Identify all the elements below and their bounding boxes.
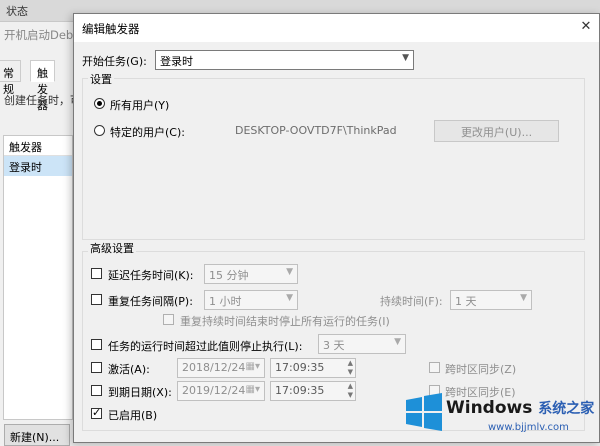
chevron-down-icon: ▼ (286, 293, 293, 303)
sync-timezone-activate-label: 跨时区同步(Z) (445, 363, 517, 376)
stop-if-longer-checkbox[interactable] (91, 339, 102, 350)
enabled-label[interactable]: 已启用(B) (108, 407, 157, 423)
duration-label: 持续时间(F): (380, 295, 443, 308)
trigger-list-header[interactable]: 触发器 (4, 136, 72, 156)
delay-task-value: 15 分钟 (209, 269, 249, 282)
spin-arrows-icon: ▲ ▼ (347, 382, 353, 399)
activate-date-value: 2018/12/24 (182, 361, 246, 374)
watermark-brand-cn: 系统之家 (538, 401, 595, 417)
expire-time-value: 17:09:35 (275, 384, 325, 397)
delay-task-checkbox[interactable] (91, 268, 102, 279)
settings-legend: 设置 (88, 71, 114, 87)
stop-if-longer-dropdown[interactable]: 3 天 ▼ (318, 334, 406, 354)
repeat-task-label[interactable]: 重复任务间隔(P): (108, 293, 193, 309)
chevron-down-icon: ▼ (286, 267, 293, 277)
stop-all-tasks-label: 重复持续时间结束时停止所有运行的任务(I) (180, 315, 390, 328)
chevron-down-icon: ▼ (402, 53, 409, 63)
duration-value: 1 天 (455, 295, 477, 308)
stop-if-longer-label[interactable]: 任务的运行时间超过此值则停止执行(L): (108, 338, 302, 354)
calendar-icon: ▦▾ (245, 361, 260, 372)
stop-if-longer-value: 3 天 (323, 339, 345, 352)
enabled-checkbox[interactable] (91, 406, 102, 419)
watermark-brand: Windows 系统之家 (446, 398, 594, 418)
expire-date-value: 2019/12/24 (182, 384, 246, 397)
activate-time-value: 17:09:35 (275, 361, 325, 374)
start-task-dropdown[interactable]: 登录时 ▼ (155, 50, 414, 70)
chevron-down-icon: ▼ (520, 293, 527, 303)
parent-description: 创建任务时，可 (4, 94, 81, 107)
parent-title: 开机启动Debe (4, 28, 81, 42)
tab-triggers[interactable]: 触发器 (30, 60, 55, 112)
chevron-down-icon: ▼ (394, 337, 401, 347)
change-user-button[interactable]: 更改用户(U)... (434, 120, 559, 142)
expire-date-picker[interactable]: 2019/12/24 ▦▾ (177, 381, 265, 401)
duration-dropdown[interactable]: 1 天 ▼ (450, 290, 532, 310)
calendar-icon: ▦▾ (245, 384, 260, 395)
activate-checkbox[interactable] (91, 362, 102, 373)
close-icon[interactable]: ✕ (577, 18, 595, 36)
trigger-list[interactable]: 触发器 登录时 (3, 135, 73, 420)
specific-user-radio[interactable] (94, 125, 105, 136)
activate-date-picker[interactable]: 2018/12/24 ▦▾ (177, 358, 265, 378)
spin-arrows-icon: ▲ ▼ (347, 359, 353, 376)
activate-label[interactable]: 激活(A): (108, 361, 150, 377)
all-users-label[interactable]: 所有用户(Y) (110, 97, 169, 113)
dialog-titlebar: 编辑触发器 ✕ (74, 14, 599, 42)
delay-task-label[interactable]: 延迟任务时间(K): (108, 267, 194, 283)
windows-logo-icon (406, 393, 442, 431)
parent-status-label: 状态 (6, 5, 28, 18)
trigger-list-row[interactable]: 登录时 (4, 156, 72, 176)
edit-trigger-dialog: 编辑触发器 ✕ 开始任务(G): 登录时 ▼ 设置 所有用户(Y) 特定的用户(… (73, 13, 600, 443)
advanced-settings-legend: 高级设置 (88, 240, 136, 256)
watermark-url: www.bjjmlv.com (488, 422, 569, 433)
start-task-value: 登录时 (160, 55, 193, 68)
expire-time-spinner[interactable]: 17:09:35 ▲ ▼ (270, 381, 356, 401)
start-task-label: 开始任务(G): (82, 55, 147, 68)
repeat-interval-value: 1 小时 (209, 295, 242, 308)
tab-general[interactable]: 常规 (0, 60, 21, 96)
sync-timezone-activate-checkbox[interactable] (429, 362, 440, 373)
expire-checkbox[interactable] (91, 385, 102, 396)
site-watermark: Windows 系统之家 www.bjjmlv.com (404, 388, 600, 443)
repeat-interval-dropdown[interactable]: 1 小时 ▼ (204, 290, 298, 310)
watermark-brand-en: Windows (446, 398, 533, 418)
all-users-radio[interactable] (94, 98, 105, 109)
repeat-task-checkbox[interactable] (91, 294, 102, 305)
activate-time-spinner[interactable]: 17:09:35 ▲ ▼ (270, 358, 356, 378)
computer-user-name: DESKTOP-OOVTD7F\ThinkPad (235, 124, 397, 137)
stop-all-tasks-checkbox[interactable] (163, 314, 174, 325)
delay-task-dropdown[interactable]: 15 分钟 ▼ (204, 264, 298, 284)
dialog-title: 编辑触发器 (82, 22, 140, 36)
expire-label[interactable]: 到期日期(X): (108, 384, 172, 400)
specific-user-label[interactable]: 特定的用户(C): (110, 124, 185, 140)
